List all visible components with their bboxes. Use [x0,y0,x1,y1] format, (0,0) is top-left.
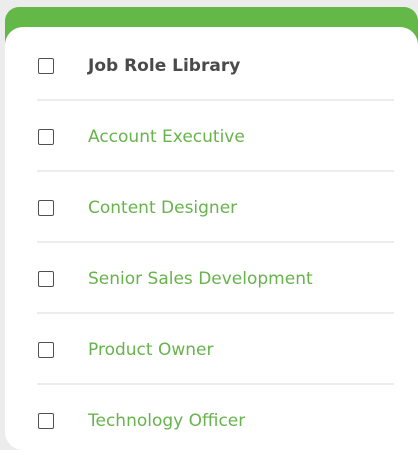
table-row: Product Owner [5,315,418,385]
table-row: Account Executive [5,102,418,172]
row-checkbox[interactable] [38,342,54,358]
row-divider [37,312,394,314]
job-role-link[interactable]: Content Designer [88,173,237,243]
job-role-library-card: Job Role Library Account Executive Conte… [5,27,418,450]
row-checkbox[interactable] [38,271,54,287]
header-row: Job Role Library [5,31,418,101]
row-checkbox[interactable] [38,413,54,429]
table-row: Technology Officer [5,386,418,450]
page-background: Job Role Library Account Executive Conte… [0,0,418,450]
table-row: Content Designer [5,173,418,243]
column-header-label: Job Role Library [88,56,241,76]
row-checkbox[interactable] [38,200,54,216]
table-row: Senior Sales Development [5,244,418,314]
select-all-checkbox[interactable] [38,58,54,74]
row-checkbox[interactable] [38,129,54,145]
row-divider [37,170,394,172]
job-role-link[interactable]: Product Owner [88,315,213,385]
row-divider [37,99,394,101]
job-role-link[interactable]: Technology Officer [88,386,245,450]
job-role-link[interactable]: Account Executive [88,102,245,172]
row-divider [37,383,394,385]
job-role-link[interactable]: Senior Sales Development [88,244,313,314]
row-divider [37,241,394,243]
